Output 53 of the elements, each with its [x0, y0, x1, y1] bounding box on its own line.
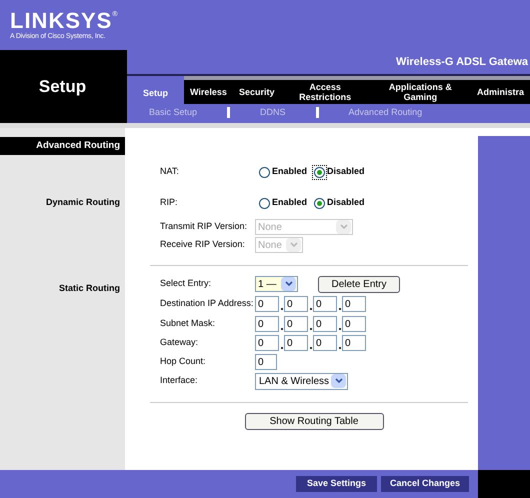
hop-count-field[interactable]: 0: [255, 354, 277, 370]
radio-button[interactable]: [258, 196, 271, 210]
dropdown-arrow-icon: [331, 374, 346, 388]
ip-octet-field[interactable]: 0: [342, 335, 366, 351]
nav-tab[interactable]: Access Restrictions: [280, 76, 370, 104]
ip-octet-field[interactable]: 0: [342, 296, 366, 312]
nav-tab[interactable]: Security: [232, 76, 280, 104]
sidebar-header: Advanced Routing: [0, 137, 125, 155]
radio-button[interactable]: [313, 166, 326, 178]
nav-tab[interactable]: Applications & Gaming: [370, 76, 471, 104]
field-label: RIP:: [160, 196, 179, 210]
field-label: Transmit RIP Version:: [160, 220, 248, 234]
radio-option[interactable]: Enabled: [258, 196, 308, 210]
footer-corner: [478, 470, 530, 498]
dropdown[interactable]: LAN & Wireless: [255, 372, 348, 390]
dropdown-arrow-icon: [286, 238, 301, 252]
ip-octet-field[interactable]: 0: [313, 296, 337, 312]
ip-octet-field[interactable]: 0: [255, 316, 279, 332]
logo: LINKSYS: [10, 10, 112, 32]
nav-tab[interactable]: Wireless: [184, 76, 233, 104]
dropdown[interactable]: 1 —: [255, 276, 298, 292]
radio-button[interactable]: [258, 166, 271, 178]
delete-entry-button[interactable]: Delete Entry: [318, 276, 400, 292]
radio-option[interactable]: Disabled: [313, 165, 365, 179]
field-label: Receive RIP Version:: [160, 238, 246, 252]
ip-octet-field[interactable]: 0: [313, 335, 337, 351]
ip-octet-field[interactable]: 0: [313, 316, 337, 332]
field-label: Select Entry:: [160, 277, 212, 290]
dropdown-arrow-icon: [336, 220, 351, 234]
field-label: Gateway:: [160, 336, 200, 350]
sidebar-label: Static Routing: [59, 282, 121, 295]
ip-octet-field[interactable]: 0: [255, 296, 279, 312]
field-label: Hop Count:: [160, 355, 207, 368]
ip-octet-field[interactable]: 0: [284, 296, 308, 312]
product-name: Wireless-G ADSL Gatewa: [396, 54, 528, 70]
footer-button[interactable]: Cancel Changes: [381, 476, 469, 492]
show-routing-table-button[interactable]: Show Routing Table: [244, 413, 384, 430]
field-label: Interface:: [160, 374, 199, 388]
ip-octet-field[interactable]: 0: [284, 316, 308, 332]
ip-octet-field[interactable]: 0: [284, 335, 308, 351]
ip-octet-field[interactable]: 0: [255, 335, 279, 351]
field-label: Subnet Mask:: [160, 317, 216, 330]
dropdown-arrow-icon: [281, 277, 296, 291]
radio-button[interactable]: [313, 196, 326, 210]
field-label: Destination IP Address:: [160, 297, 254, 310]
field-label: NAT:: [160, 165, 180, 178]
section-title: Setup: [38, 76, 86, 98]
radio-option[interactable]: Disabled: [313, 196, 365, 210]
footer-button[interactable]: Save Settings: [296, 476, 377, 492]
radio-option[interactable]: Enabled: [258, 165, 308, 179]
ip-octet-field[interactable]: 0: [342, 316, 366, 332]
sidebar-label: Dynamic Routing: [46, 196, 121, 209]
nav-tab[interactable]: Administra: [470, 76, 530, 104]
